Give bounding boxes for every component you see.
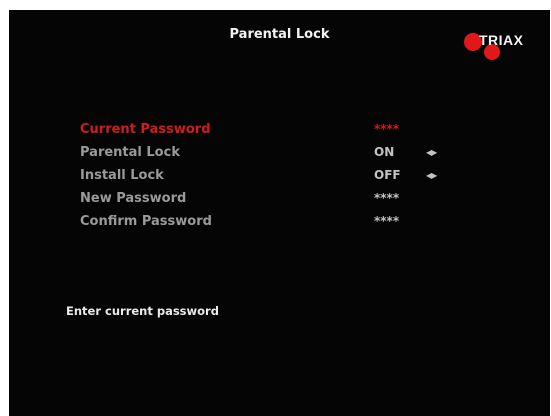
confirm-password-field[interactable]: **** [374, 210, 399, 233]
menu-item-parental-lock[interactable]: Parental Lock ON ◀▶ [80, 141, 480, 164]
menu-item-label: Current Password [80, 122, 211, 137]
new-password-field[interactable]: **** [374, 187, 399, 210]
menu-item-label: Confirm Password [80, 214, 212, 229]
menu-item-label: Parental Lock [80, 145, 180, 160]
menu-item-label: Install Lock [80, 168, 164, 183]
parental-lock-value[interactable]: ON [374, 141, 394, 164]
menu-item-new-password[interactable]: New Password **** [80, 187, 480, 210]
status-hint: Enter current password [66, 304, 219, 318]
left-right-arrows-icon[interactable]: ◀▶ [426, 164, 437, 187]
triax-logo: TRIAX [464, 28, 544, 62]
left-right-arrows-icon[interactable]: ◀▶ [426, 141, 437, 164]
menu-item-label: New Password [80, 191, 187, 206]
install-lock-value[interactable]: OFF [374, 164, 401, 187]
menu-item-confirm-password[interactable]: Confirm Password **** [80, 210, 480, 233]
tv-screen: Parental Lock TRIAX Current Password ***… [9, 10, 550, 416]
logo-text: TRIAX [479, 32, 524, 48]
current-password-field[interactable]: **** [374, 118, 399, 141]
parental-lock-menu: Current Password **** Parental Lock ON ◀… [80, 118, 480, 233]
menu-item-install-lock[interactable]: Install Lock OFF ◀▶ [80, 164, 480, 187]
menu-item-current-password[interactable]: Current Password **** [80, 118, 480, 141]
